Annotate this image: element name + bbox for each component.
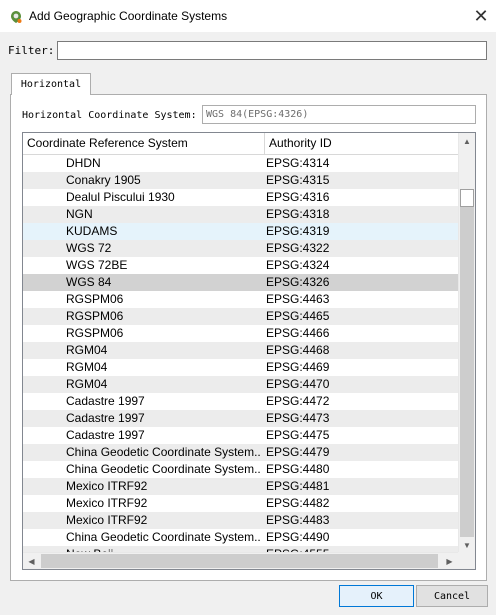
vertical-scrollbar[interactable]: ▲ ▼ xyxy=(458,133,475,554)
crs-name-cell: RGSPM06 xyxy=(66,292,124,306)
title-bar: Add Geographic Coordinate Systems ✕ xyxy=(0,0,496,32)
crs-name-cell: RGSPM06 xyxy=(66,326,124,340)
table-row[interactable]: NGN EPSG:4318 xyxy=(23,206,458,223)
table-body: DHDN EPSG:4314 Conakry 1905 EPSG:4315 Dealul… xyxy=(23,155,458,554)
scroll-up-icon[interactable]: ▲ xyxy=(459,133,475,150)
crs-name-cell: RGM04 xyxy=(66,343,108,357)
table-row[interactable]: Mexico ITRF92 EPSG:4483 xyxy=(23,512,458,529)
authority-id-cell: EPSG:4319 xyxy=(266,224,330,238)
authority-id-cell: EPSG:4316 xyxy=(266,190,330,204)
crs-name-cell: WGS 72 xyxy=(66,241,112,255)
authority-id-cell: EPSG:4326 xyxy=(266,275,330,289)
table-header: Coordinate Reference System Authority ID xyxy=(23,133,458,155)
table-row[interactable]: Dealul Piscului 1930 EPSG:4316 xyxy=(23,189,458,206)
table-row[interactable]: WGS 84 EPSG:4326 xyxy=(23,274,458,291)
crs-name-cell: WGS 72BE xyxy=(66,258,128,272)
cancel-button[interactable]: Cancel xyxy=(416,585,488,607)
crs-name-cell: Cadastre 1997 xyxy=(66,428,145,442)
crs-name-cell: KUDAMS xyxy=(66,224,118,238)
horizontal-scrollbar[interactable]: ◀ ▶ xyxy=(23,552,458,569)
crs-name-cell: Mexico ITRF92 xyxy=(66,513,148,527)
crs-name-cell: DHDN xyxy=(66,156,101,170)
crs-name-cell: Cadastre 1997 xyxy=(66,394,145,408)
crs-name-cell: Dealul Piscului 1930 xyxy=(66,190,175,204)
column-header-crs[interactable]: Coordinate Reference System xyxy=(23,133,265,154)
table-row[interactable]: RGSPM06 EPSG:4465 xyxy=(23,308,458,325)
tab-horizontal-label: Horizontal xyxy=(20,79,82,90)
table-row[interactable]: RGM04 EPSG:4469 xyxy=(23,359,458,376)
horizontal-crs-field[interactable] xyxy=(202,105,476,124)
authority-id-cell: EPSG:4468 xyxy=(266,343,330,357)
authority-id-cell: EPSG:4481 xyxy=(266,479,330,493)
ok-button[interactable]: OK xyxy=(339,585,414,607)
crs-name-cell: Mexico ITRF92 xyxy=(66,496,148,510)
authority-id-cell: EPSG:4480 xyxy=(266,462,330,476)
qgis-app-icon xyxy=(11,11,22,23)
table-row[interactable]: Mexico ITRF92 EPSG:4482 xyxy=(23,495,458,512)
table-row[interactable]: China Geodetic Coordinate System... EPSG:… xyxy=(23,444,458,461)
authority-id-cell: EPSG:4490 xyxy=(266,530,330,544)
authority-id-cell: EPSG:4314 xyxy=(266,156,330,170)
filter-label: Filter: xyxy=(8,44,55,57)
crs-name-cell: RGSPM06 xyxy=(66,309,124,323)
crs-name-cell: WGS 84 xyxy=(66,275,112,289)
crs-name-cell: RGM04 xyxy=(66,360,108,374)
authority-id-cell: EPSG:4318 xyxy=(266,207,330,221)
crs-name-cell: NGN xyxy=(66,207,93,221)
authority-id-cell: EPSG:4472 xyxy=(266,394,330,408)
table-row[interactable]: RGSPM06 EPSG:4466 xyxy=(23,325,458,342)
scroll-left-icon[interactable]: ◀ xyxy=(23,553,40,569)
table-row[interactable]: China Geodetic Coordinate System... EPSG:… xyxy=(23,461,458,478)
authority-id-cell: EPSG:4466 xyxy=(266,326,330,340)
crs-name-cell: China Geodetic Coordinate System... xyxy=(66,530,261,544)
vertical-scroll-thumb[interactable] xyxy=(460,189,474,207)
authority-id-cell: EPSG:4479 xyxy=(266,445,330,459)
authority-id-cell: EPSG:4475 xyxy=(266,428,330,442)
crs-table: Coordinate Reference System Authority ID… xyxy=(22,132,476,570)
crs-name-cell: Conakry 1905 xyxy=(66,173,141,187)
close-button[interactable]: ✕ xyxy=(466,0,496,32)
authority-id-cell: EPSG:4483 xyxy=(266,513,330,527)
authority-id-cell: EPSG:4315 xyxy=(266,173,330,187)
crs-name-cell: RGM04 xyxy=(66,377,108,391)
filter-input[interactable] xyxy=(57,41,487,60)
table-row[interactable]: DHDN EPSG:4314 xyxy=(23,155,458,172)
horizontal-scroll-thumb[interactable] xyxy=(41,554,438,568)
crs-name-cell: Cadastre 1997 xyxy=(66,411,145,425)
table-row[interactable]: Cadastre 1997 EPSG:4473 xyxy=(23,410,458,427)
table-row[interactable]: Conakry 1905 EPSG:4315 xyxy=(23,172,458,189)
authority-id-cell: EPSG:4322 xyxy=(266,241,330,255)
authority-id-cell: EPSG:4465 xyxy=(266,309,330,323)
table-row[interactable]: WGS 72BE EPSG:4324 xyxy=(23,257,458,274)
column-header-authority-id[interactable]: Authority ID xyxy=(265,133,458,154)
authority-id-cell: EPSG:4469 xyxy=(266,360,330,374)
table-row[interactable]: KUDAMS EPSG:4319 xyxy=(23,223,458,240)
table-row[interactable]: RGM04 EPSG:4468 xyxy=(23,342,458,359)
close-icon: ✕ xyxy=(473,5,489,26)
tab-horizontal[interactable]: Horizontal xyxy=(11,73,91,95)
authority-id-cell: EPSG:4470 xyxy=(266,377,330,391)
window-title: Add Geographic Coordinate Systems xyxy=(29,9,228,23)
authority-id-cell: EPSG:4324 xyxy=(266,258,330,272)
scroll-right-icon[interactable]: ▶ xyxy=(441,553,458,569)
table-row[interactable]: RGSPM06 EPSG:4463 xyxy=(23,291,458,308)
table-row[interactable]: China Geodetic Coordinate System... EPSG:… xyxy=(23,529,458,546)
table-row[interactable]: Cadastre 1997 EPSG:4472 xyxy=(23,393,458,410)
authority-id-cell: EPSG:4473 xyxy=(266,411,330,425)
table-row[interactable]: WGS 72 EPSG:4322 xyxy=(23,240,458,257)
table-row[interactable]: Mexico ITRF92 EPSG:4481 xyxy=(23,478,458,495)
authority-id-cell: EPSG:4463 xyxy=(266,292,330,306)
horizontal-crs-label: Horizontal Coordinate System: xyxy=(22,110,197,121)
authority-id-cell: EPSG:4482 xyxy=(266,496,330,510)
crs-name-cell: China Geodetic Coordinate System... xyxy=(66,462,261,476)
table-row[interactable]: RGM04 EPSG:4470 xyxy=(23,376,458,393)
scrollbar-corner xyxy=(458,552,475,569)
crs-name-cell: China Geodetic Coordinate System... xyxy=(66,445,261,459)
vertical-scroll-track[interactable] xyxy=(460,207,474,537)
crs-name-cell: Mexico ITRF92 xyxy=(66,479,148,493)
table-row[interactable]: Cadastre 1997 EPSG:4475 xyxy=(23,427,458,444)
